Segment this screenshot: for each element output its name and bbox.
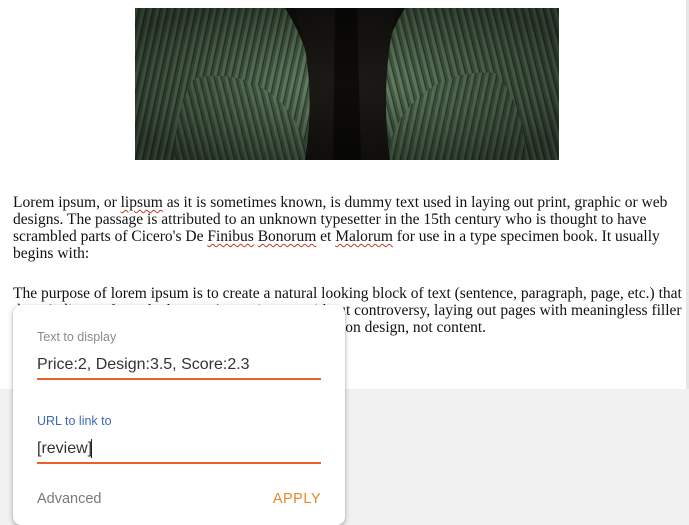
misspelled-word[interactable]: Bonorum bbox=[258, 228, 317, 245]
insert-link-dialog: Text to display URL to link to Advanced … bbox=[13, 305, 345, 525]
sweater-photo-image bbox=[135, 8, 559, 160]
advanced-button[interactable]: Advanced bbox=[37, 491, 102, 507]
paragraph-text: Lorem ipsum, or bbox=[13, 194, 121, 211]
body-paragraph-1[interactable]: Lorem ipsum, or lipsum as it is sometime… bbox=[13, 194, 685, 262]
text-to-display-input[interactable] bbox=[37, 352, 321, 378]
url-input[interactable] bbox=[37, 436, 321, 462]
paragraph-text: et bbox=[316, 228, 336, 245]
text-to-display-label: Text to display bbox=[37, 330, 117, 344]
misspelled-word[interactable]: Finibus bbox=[207, 228, 254, 245]
misspelled-word[interactable]: lipsum bbox=[121, 194, 163, 211]
misspelled-word[interactable]: Malorum bbox=[335, 228, 393, 245]
url-field-underline bbox=[37, 462, 321, 464]
sweater-photo-icon bbox=[135, 8, 559, 160]
apply-button[interactable]: APPLY bbox=[273, 491, 321, 507]
text-cursor bbox=[91, 439, 92, 458]
text-field-underline bbox=[37, 378, 321, 380]
url-label: URL to link to bbox=[37, 414, 112, 428]
